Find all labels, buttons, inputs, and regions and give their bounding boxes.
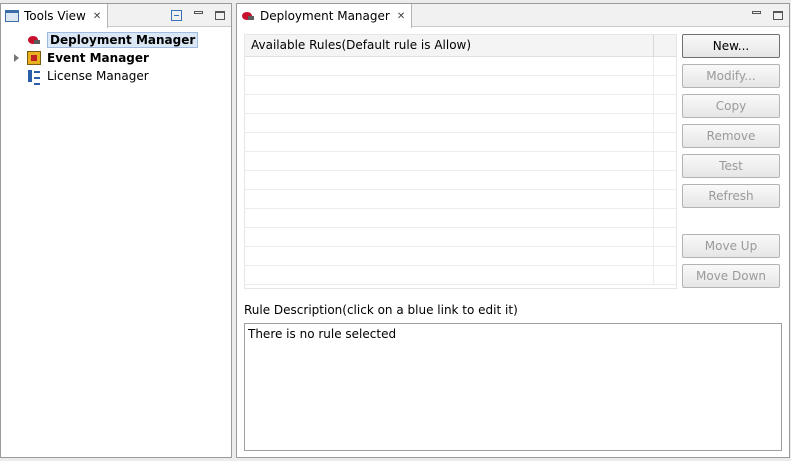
- table-row[interactable]: [245, 133, 676, 152]
- tools-view-panel: Tools View ✕ Deployment Manager Event Ma…: [0, 3, 232, 458]
- tree-item-event-manager[interactable]: Event Manager: [1, 49, 231, 67]
- refresh-button[interactable]: Refresh: [682, 184, 780, 208]
- rules-header-spacer: [654, 35, 676, 56]
- table-row[interactable]: [245, 171, 676, 190]
- deployment-manager-icon: [27, 34, 41, 46]
- test-button[interactable]: Test: [682, 154, 780, 178]
- table-cell: [245, 247, 654, 265]
- tab-deployment-manager[interactable]: Deployment Manager ✕: [237, 4, 413, 28]
- table-cell: [245, 76, 654, 94]
- table-cell: [245, 209, 654, 227]
- remove-button[interactable]: Remove: [682, 124, 780, 148]
- tree-item-label: License Manager: [47, 69, 149, 83]
- table-cell: [245, 95, 654, 113]
- rules-table[interactable]: Available Rules(Default rule is Allow): [244, 34, 677, 289]
- tab-deployment-manager-label: Deployment Manager: [260, 9, 390, 23]
- move-down-button[interactable]: Move Down: [682, 264, 780, 288]
- tree-item-license-manager[interactable]: License Manager: [1, 67, 231, 85]
- rule-description-text: There is no rule selected: [248, 327, 397, 341]
- license-manager-icon: [27, 69, 41, 85]
- table-cell: [245, 57, 654, 75]
- tree-item-label: Event Manager: [47, 51, 149, 65]
- table-cell: [245, 190, 654, 208]
- copy-button[interactable]: Copy: [682, 94, 780, 118]
- rules-table-header: Available Rules(Default rule is Allow): [245, 35, 676, 57]
- deployment-manager-icon: [241, 10, 255, 22]
- rule-description-label: Rule Description(click on a blue link to…: [244, 303, 518, 317]
- close-icon[interactable]: ✕: [93, 11, 101, 22]
- event-manager-icon: [27, 51, 41, 65]
- table-row[interactable]: [245, 190, 676, 209]
- tools-tree: Deployment Manager Event Manager License…: [1, 27, 231, 85]
- deployment-manager-window-controls: [752, 4, 783, 26]
- deployment-manager-tabbar: Deployment Manager ✕: [237, 4, 789, 28]
- rules-column-header[interactable]: Available Rules(Default rule is Allow): [245, 35, 654, 56]
- deployment-manager-panel: Deployment Manager ✕ Available Rules(Def…: [236, 3, 790, 458]
- tab-tools-view[interactable]: Tools View ✕: [1, 4, 109, 28]
- rule-actions: New... Modify... Copy Remove Test Refres…: [682, 34, 780, 294]
- table-row[interactable]: [245, 228, 676, 247]
- table-row[interactable]: [245, 76, 676, 95]
- table-row[interactable]: [245, 95, 676, 114]
- table-row[interactable]: [245, 57, 676, 76]
- close-icon[interactable]: ✕: [397, 11, 405, 22]
- tools-view-icon: [5, 10, 19, 22]
- collapse-all-icon[interactable]: [171, 9, 182, 21]
- table-cell: [245, 114, 654, 132]
- tree-item-label: Deployment Manager: [47, 32, 199, 48]
- tools-view-window-controls: [171, 4, 225, 26]
- move-up-button[interactable]: Move Up: [682, 234, 780, 258]
- maximize-icon[interactable]: [215, 10, 225, 20]
- table-row[interactable]: [245, 209, 676, 228]
- tab-tools-view-label: Tools View: [24, 9, 86, 23]
- table-row[interactable]: [245, 266, 676, 285]
- table-cell: [245, 171, 654, 189]
- table-row[interactable]: [245, 114, 676, 133]
- rules-table-body: [245, 57, 676, 285]
- table-row[interactable]: [245, 247, 676, 266]
- tools-view-tabbar: Tools View ✕: [1, 4, 231, 28]
- new-button[interactable]: New...: [682, 34, 780, 58]
- modify-button[interactable]: Modify...: [682, 64, 780, 88]
- table-row[interactable]: [245, 152, 676, 171]
- tree-item-deployment-manager[interactable]: Deployment Manager: [1, 31, 231, 49]
- table-cell: [245, 152, 654, 170]
- minimize-icon[interactable]: [194, 10, 203, 14]
- maximize-icon[interactable]: [773, 10, 783, 20]
- expand-arrow-icon[interactable]: [14, 54, 19, 62]
- table-cell: [245, 228, 654, 246]
- minimize-icon[interactable]: [752, 10, 761, 14]
- table-cell: [245, 266, 654, 284]
- table-cell: [245, 133, 654, 151]
- rule-description-box[interactable]: There is no rule selected: [244, 323, 782, 451]
